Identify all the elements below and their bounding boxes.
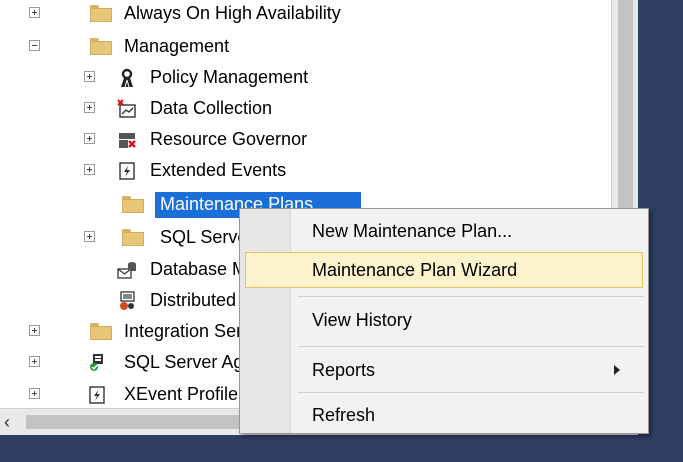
- expand-icon[interactable]: [29, 7, 40, 18]
- expand-icon[interactable]: [84, 133, 95, 144]
- context-menu: New Maintenance Plan... Maintenance Plan…: [239, 208, 649, 434]
- ssms-object-explorer: Always On High Availability Management P…: [0, 0, 683, 462]
- menu-item-view-history[interactable]: View History: [240, 301, 648, 339]
- expand-icon[interactable]: [29, 356, 40, 367]
- menu-item-label: View History: [312, 310, 412, 330]
- menu-item-label: Reports: [312, 360, 376, 380]
- expand-icon[interactable]: [84, 102, 95, 113]
- tree-node-label: Policy Management: [150, 67, 309, 87]
- menu-item-label: New Maintenance Plan...: [312, 221, 513, 241]
- tree-node-management[interactable]: Management: [0, 31, 600, 61]
- tree-node-resource-governor[interactable]: Resource Governor: [0, 124, 600, 154]
- menu-item-new-maintenance-plan[interactable]: New Maintenance Plan...: [240, 212, 648, 250]
- tree-node-policy-management[interactable]: Policy Management: [0, 62, 600, 92]
- tree-node-label: Management: [124, 36, 230, 56]
- dtc-icon: [120, 291, 135, 310]
- menu-item-label: Maintenance Plan Wizard: [312, 260, 518, 280]
- scroll-left-arrow-icon[interactable]: ‹: [4, 411, 10, 433]
- expand-icon[interactable]: [29, 388, 40, 399]
- expand-icon[interactable]: [84, 71, 95, 82]
- menu-separator: [298, 346, 644, 347]
- expand-icon[interactable]: [84, 231, 95, 242]
- submenu-arrow-icon: [614, 365, 620, 375]
- menu-item-reports[interactable]: Reports: [240, 351, 648, 389]
- menu-item-refresh[interactable]: Refresh: [240, 396, 648, 434]
- folder-icon: [90, 38, 112, 55]
- policy-icon: [121, 68, 133, 88]
- menu-item-maintenance-plan-wizard[interactable]: Maintenance Plan Wizard: [240, 251, 648, 289]
- menu-separator: [298, 392, 644, 393]
- expand-icon[interactable]: [84, 164, 95, 175]
- tree-node-label: XEvent Profiler: [124, 384, 245, 404]
- tree-node-label: Extended Events: [150, 160, 287, 180]
- extended-events-icon: [119, 162, 135, 180]
- ide-frame-bottom: [0, 435, 638, 462]
- tree-node-data-collection[interactable]: Data Collection: [0, 93, 600, 123]
- collapse-icon[interactable]: [29, 40, 40, 51]
- folder-icon: [122, 229, 144, 246]
- tree-node-always-on[interactable]: Always On High Availability: [0, 0, 600, 28]
- resource-governor-icon: [119, 133, 136, 148]
- agent-icon: [90, 354, 103, 371]
- tree-node-label: Data Collection: [150, 98, 273, 118]
- database-mail-icon: [117, 262, 136, 279]
- xevent-icon: [89, 386, 105, 404]
- folder-icon: [122, 196, 144, 213]
- folder-icon: [90, 5, 112, 22]
- tree-node-extended-events[interactable]: Extended Events: [0, 155, 600, 185]
- menu-item-label: Refresh: [312, 405, 376, 425]
- folder-icon: [90, 323, 112, 340]
- data-collection-icon: [117, 99, 136, 118]
- menu-separator: [298, 296, 644, 297]
- tree-node-label: Always On High Availability: [124, 3, 341, 23]
- tree-node-label: Resource Governor: [150, 129, 308, 149]
- expand-icon[interactable]: [29, 325, 40, 336]
